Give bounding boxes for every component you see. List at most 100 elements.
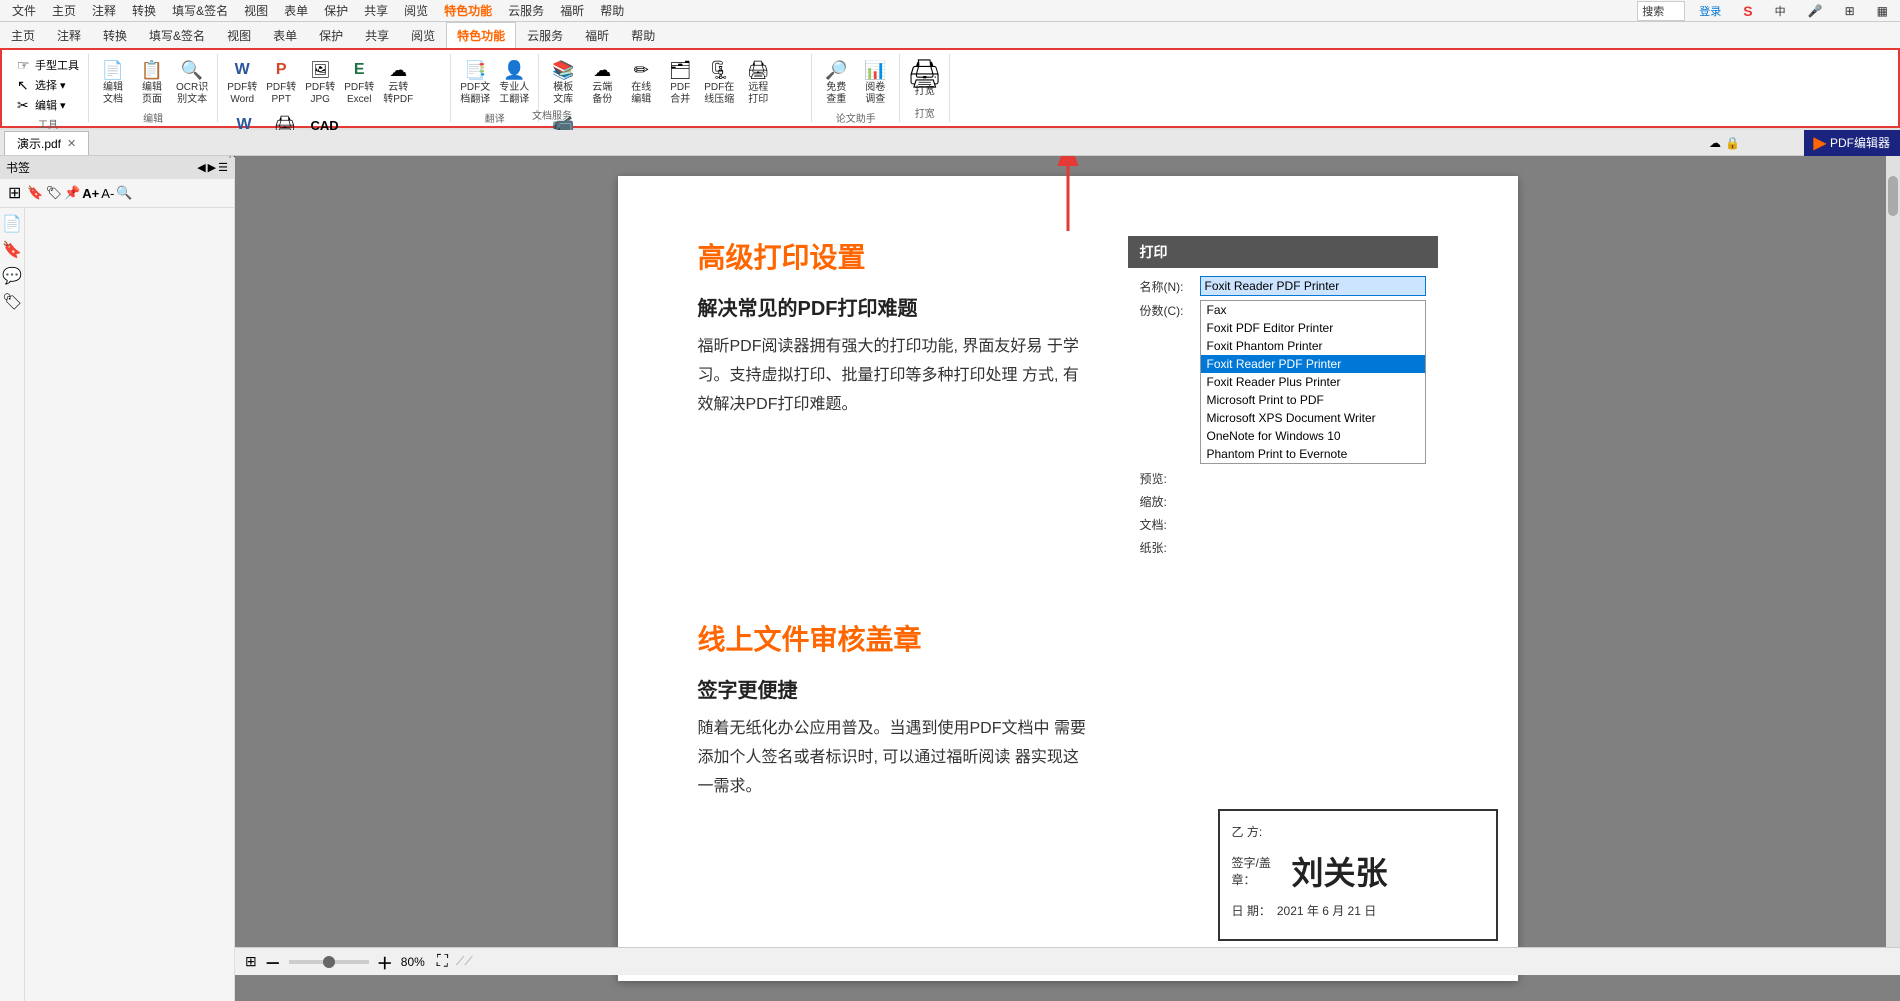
menu-annotate[interactable]: 注释: [84, 0, 124, 21]
ribbon-group-convert: W PDF转Word P PDF转PPT 🖼 PDF转JPG E PDF转Exc…: [218, 54, 451, 122]
sidebar-icon-tag3[interactable]: 🏷: [2, 292, 22, 312]
pdf-compress-btn[interactable]: 🗜 PDF在线压缩: [701, 56, 737, 108]
tab-form[interactable]: 表单: [262, 22, 308, 48]
sidebar-icon-page[interactable]: 📄: [2, 214, 22, 234]
sidebar-font-down-btn[interactable]: A-: [101, 186, 114, 201]
menu-special[interactable]: 特色功能: [436, 0, 500, 21]
tab-foxit[interactable]: 福昕: [574, 22, 620, 48]
pro-translate-btn[interactable]: 👤 专业人工翻译: [496, 56, 532, 108]
section-print-text: 高级打印设置 解决常见的PDF打印难题 福昕PDF阅读器拥有强大的打印功能, 界…: [698, 236, 1088, 568]
menu-view[interactable]: 视图: [236, 0, 276, 21]
tab-close-btn[interactable]: ✕: [67, 137, 76, 150]
zoom-slider[interactable]: [289, 960, 369, 964]
scroll-thumb[interactable]: [1888, 176, 1898, 216]
printer-phantom-evernote[interactable]: Phantom Print to Evernote: [1201, 445, 1425, 463]
print-group-title: 打宽: [915, 103, 935, 120]
tab-share[interactable]: 共享: [354, 22, 400, 48]
zoom-plus-btn[interactable]: ＋: [377, 950, 393, 974]
pdf-excel-icon: E: [347, 58, 371, 82]
sidebar-search-btn[interactable]: 🔍: [116, 185, 132, 201]
login-btn[interactable]: 登录: [1691, 1, 1729, 21]
remote-print-btn[interactable]: 🖨 远程打印: [740, 56, 776, 108]
pdf-merge-btn[interactable]: 🗂 PDF合并: [662, 56, 698, 108]
tab-protect[interactable]: 保护: [308, 22, 354, 48]
survey-btn[interactable]: 📊 阅卷调查: [857, 56, 893, 108]
sidebar-icon-comment[interactable]: 💬: [2, 266, 22, 286]
printer-foxit-reader-plus[interactable]: Foxit Reader Plus Printer: [1201, 373, 1425, 391]
select-btn[interactable]: ↖ 选择 ▾: [14, 76, 82, 94]
menu-file[interactable]: 文件: [4, 0, 44, 21]
plagiarism-btn[interactable]: 🔎 免费查重: [818, 56, 854, 108]
printer-foxit-editor[interactable]: Foxit PDF Editor Printer: [1201, 319, 1425, 337]
menu-share[interactable]: 共享: [356, 0, 396, 21]
menu-foxit[interactable]: 福昕: [552, 0, 592, 21]
menu-protect[interactable]: 保护: [316, 0, 356, 21]
menu-help[interactable]: 帮助: [592, 0, 632, 21]
printer-ms-pdf[interactable]: Microsoft Print to PDF: [1201, 391, 1425, 409]
menu-sign[interactable]: 填写&签名: [164, 0, 236, 21]
pdf-to-ppt-btn[interactable]: P PDF转PPT: [263, 56, 299, 108]
tab-annotate[interactable]: 注释: [46, 22, 92, 48]
tab-special[interactable]: 特色功能: [446, 22, 516, 48]
tab-cloud[interactable]: 云服务: [516, 22, 574, 48]
tab-help[interactable]: 帮助: [620, 22, 666, 48]
template-btn[interactable]: 📚 模板文库: [545, 56, 581, 108]
sidebar-tag-btn[interactable]: 🏷: [46, 185, 63, 201]
pdf-tab[interactable]: 演示.pdf ✕: [4, 131, 89, 155]
cloud-convert-btn[interactable]: ☁ 云转转PDF: [380, 56, 416, 108]
sidebar-icon-bookmark2[interactable]: 🔖: [2, 240, 22, 260]
menu-form[interactable]: 表单: [276, 0, 316, 21]
tab-sign[interactable]: 填写&签名: [138, 22, 216, 48]
sig-to-row: 乙 方:: [1232, 823, 1484, 840]
sidebar-bookmark-btn[interactable]: 🔖: [27, 185, 43, 201]
printer-ms-xps[interactable]: Microsoft XPS Document Writer: [1201, 409, 1425, 427]
tab-home[interactable]: 主页: [0, 22, 46, 48]
sidebar-font-up-btn[interactable]: A+: [82, 186, 99, 201]
print-wide-btn[interactable]: 🖨 打宽: [907, 60, 943, 100]
ocr-btn[interactable]: 🔍 OCR识别文本: [173, 56, 211, 108]
pdf-to-word-btn[interactable]: W PDF转Word: [224, 56, 260, 108]
menu-home[interactable]: 主页: [44, 0, 84, 21]
menu-convert[interactable]: 转换: [124, 0, 164, 21]
sidebar-expand-btn[interactable]: ◀: [197, 161, 205, 174]
printer-onenote[interactable]: OneNote for Windows 10: [1201, 427, 1425, 445]
hand-tool-btn[interactable]: ☞ 手型工具: [14, 56, 82, 74]
print-name-input[interactable]: [1200, 276, 1426, 296]
printer-foxit-reader[interactable]: Foxit Reader PDF Printer: [1201, 355, 1425, 373]
printer-foxit-phantom[interactable]: Foxit Phantom Printer: [1201, 337, 1425, 355]
pdf-translate-btn[interactable]: 📑 PDF文档翻译: [457, 56, 493, 108]
pdf-to-excel-btn[interactable]: E PDF转Excel: [341, 56, 377, 108]
sig-date-value: 2021 年 6 月 21 日: [1277, 902, 1376, 919]
plagiarism-icon: 🔎: [824, 58, 848, 82]
search-input[interactable]: 搜索: [1637, 1, 1685, 21]
edit-btn[interactable]: ✂ 编辑 ▾: [14, 96, 82, 114]
scrollbar[interactable]: ▼ ⟩: [1886, 156, 1900, 973]
edit-doc-btn[interactable]: 📄 编辑文档: [95, 56, 131, 108]
printer-fax[interactable]: Fax: [1201, 301, 1425, 319]
tab-view[interactable]: 视图: [216, 22, 262, 48]
sidebar-add-btn[interactable]: ⊞: [4, 183, 25, 203]
mic-icon[interactable]: 🎤: [1800, 2, 1831, 20]
more-icon[interactable]: ▦: [1869, 2, 1896, 20]
pdf-to-jpg-btn[interactable]: 🖼 PDF转JPG: [302, 56, 338, 108]
sidebar-collapse-btn[interactable]: ▶: [208, 161, 216, 174]
menu-cloud[interactable]: 云服务: [500, 0, 552, 21]
edit-page-btn[interactable]: 📋 编辑页面: [134, 56, 170, 108]
signature-box: 乙 方: 签字/盖章： 刘关张 日 期： 2021 年 6 月 21 日: [1218, 809, 1498, 941]
zoom-thumb[interactable]: [323, 956, 335, 968]
sidebar-tag2-btn[interactable]: 📌: [64, 185, 80, 201]
grid-icon[interactable]: ⊞: [1837, 2, 1863, 20]
survey-icon: 📊: [863, 58, 887, 82]
section-print: 高级打印设置 解决常见的PDF打印难题 福昕PDF阅读器拥有强大的打印功能, 界…: [698, 236, 1438, 568]
lang-icon[interactable]: 中: [1767, 1, 1794, 21]
pdf-editor-badge[interactable]: ▶ PDF编辑器: [1804, 130, 1900, 156]
menu-browse[interactable]: 阅览: [396, 0, 436, 21]
tab-convert[interactable]: 转换: [92, 22, 138, 48]
online-edit-btn[interactable]: ✏ 在线编辑: [623, 56, 659, 108]
zoom-minus-btn[interactable]: －: [265, 950, 281, 974]
fullscreen-btn[interactable]: ⛶: [437, 953, 448, 971]
fit-page-btn[interactable]: ⊞: [245, 953, 257, 970]
print-dialog-title: 打印: [1128, 236, 1438, 268]
tab-browse[interactable]: 阅览: [400, 22, 446, 48]
cloud-backup-btn[interactable]: ☁ 云端备份: [584, 56, 620, 108]
